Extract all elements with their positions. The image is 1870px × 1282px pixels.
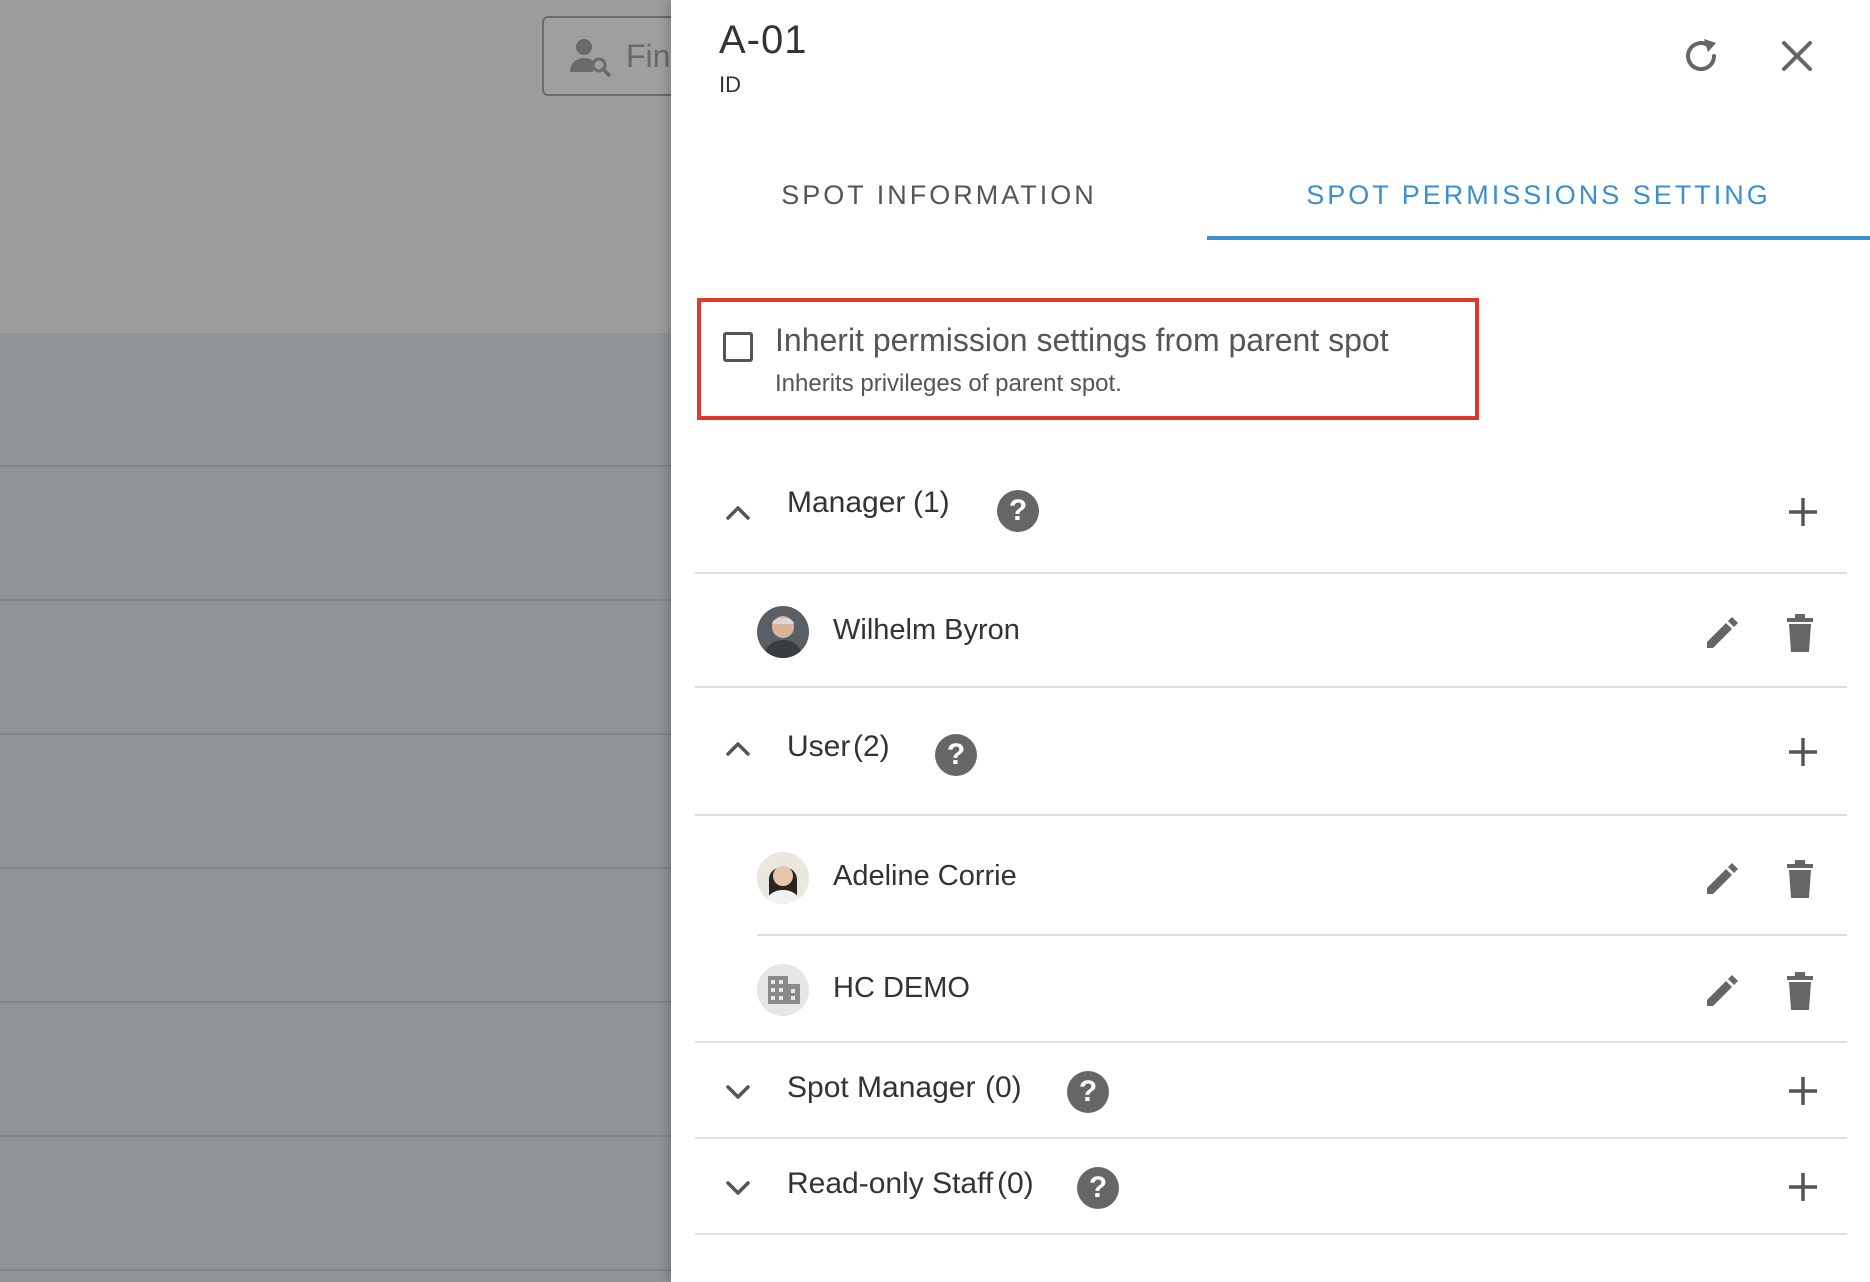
- group-header: Read-only Staff (0) ?: [695, 1139, 1847, 1233]
- close-icon: [1782, 41, 1812, 71]
- inherit-permission-title: Inherit permission settings from parent …: [775, 322, 1389, 358]
- pencil-icon: [1707, 617, 1738, 648]
- avatar: [757, 964, 809, 1016]
- group-header: Manager (1) ?: [695, 458, 1847, 572]
- avatar: [757, 606, 809, 658]
- trash-icon: [1787, 614, 1813, 652]
- building-icon: [757, 964, 809, 1016]
- group-count: (1): [913, 486, 950, 519]
- add-member-button[interactable]: [1783, 732, 1823, 772]
- trash-icon: [1787, 860, 1813, 898]
- group-manager-members: Wilhelm Byron: [695, 574, 1847, 688]
- help-icon[interactable]: ?: [1077, 1167, 1119, 1209]
- expand-toggle[interactable]: [721, 1075, 755, 1109]
- background-overlay[interactable]: Fin: [0, 0, 671, 1282]
- group-header: Spot Manager (0) ?: [695, 1043, 1847, 1137]
- group-count: (0): [985, 1071, 1022, 1104]
- background-row: [0, 1003, 671, 1137]
- close-button[interactable]: [1771, 30, 1823, 82]
- avatar: [757, 852, 809, 904]
- collapse-toggle[interactable]: [721, 496, 755, 530]
- group-user: User (2) ?: [695, 688, 1847, 816]
- tab-bar: SPOT INFORMATION SPOT PERMISSIONS SETTIN…: [671, 150, 1870, 240]
- member-row: HC DEMO: [757, 938, 1847, 1038]
- group-label: User: [787, 730, 851, 763]
- inherit-permission-checkbox[interactable]: [723, 332, 753, 362]
- plus-icon: [1789, 1077, 1817, 1105]
- group-user-members: Adeline Corrie HC DEMO: [695, 816, 1847, 1043]
- chevron-up-icon: [726, 742, 750, 756]
- delete-member-button[interactable]: [1779, 970, 1821, 1012]
- member-row: Wilhelm Byron: [757, 580, 1847, 680]
- chevron-down-icon: [726, 1085, 750, 1099]
- inherit-permission-description: Inherits privileges of parent spot.: [775, 370, 1122, 397]
- group-manager: Manager (1) ?: [695, 458, 1847, 574]
- background-row: [0, 1137, 671, 1271]
- chevron-up-icon: [726, 506, 750, 520]
- person-photo-icon: [757, 606, 809, 658]
- refresh-button[interactable]: [1675, 30, 1727, 82]
- tab-spot-information[interactable]: SPOT INFORMATION: [671, 150, 1207, 240]
- group-count: (2): [853, 730, 890, 763]
- background-row: [0, 333, 671, 467]
- plus-icon: [1789, 738, 1817, 766]
- spot-title: A-01: [719, 18, 808, 62]
- background-row: [0, 467, 671, 601]
- plus-icon: [1789, 1173, 1817, 1201]
- member-row: Adeline Corrie: [757, 826, 1847, 936]
- pencil-icon: [1707, 975, 1738, 1006]
- group-read-only-staff: Read-only Staff (0) ?: [695, 1139, 1847, 1235]
- edit-member-button[interactable]: [1701, 858, 1743, 900]
- group-label: Manager: [787, 486, 906, 519]
- refresh-icon: [1686, 39, 1717, 72]
- tab-spot-permissions-setting[interactable]: SPOT PERMISSIONS SETTING: [1207, 150, 1870, 240]
- add-member-button[interactable]: [1783, 492, 1823, 532]
- person-photo-icon: [757, 852, 809, 904]
- edit-member-button[interactable]: [1701, 970, 1743, 1012]
- help-icon[interactable]: ?: [935, 734, 977, 776]
- background-row: [0, 601, 671, 735]
- edit-member-button[interactable]: [1701, 612, 1743, 654]
- trash-icon: [1787, 972, 1813, 1010]
- help-icon[interactable]: ?: [1067, 1071, 1109, 1113]
- help-icon[interactable]: ?: [997, 490, 1039, 532]
- background-row: [0, 735, 671, 869]
- group-spot-manager: Spot Manager (0) ?: [695, 1043, 1847, 1139]
- chevron-down-icon: [726, 1181, 750, 1195]
- expand-toggle[interactable]: [721, 1171, 755, 1205]
- inherit-permission-option: Inherit permission settings from parent …: [697, 298, 1479, 420]
- spot-detail-panel: A-01 ID SPOT INFORMATION SPOT PERMISSION…: [671, 0, 1870, 1282]
- member-name: HC DEMO: [833, 972, 970, 1004]
- group-label: Read-only Staff: [787, 1167, 994, 1200]
- delete-member-button[interactable]: [1779, 858, 1821, 900]
- plus-icon: [1789, 498, 1817, 526]
- member-name: Wilhelm Byron: [833, 614, 1020, 646]
- group-label: Spot Manager: [787, 1071, 976, 1104]
- group-header: User (2) ?: [695, 688, 1847, 814]
- background-row: [0, 869, 671, 1003]
- spot-id-label: ID: [719, 72, 741, 97]
- member-name: Adeline Corrie: [833, 860, 1017, 892]
- pencil-icon: [1707, 863, 1738, 894]
- add-member-button[interactable]: [1783, 1071, 1823, 1111]
- user-finder-label: Fin: [626, 37, 671, 74]
- user-search-icon: [570, 39, 611, 77]
- group-count: (0): [997, 1167, 1034, 1200]
- delete-member-button[interactable]: [1779, 612, 1821, 654]
- add-member-button[interactable]: [1783, 1167, 1823, 1207]
- user-finder-button[interactable]: Fin: [542, 16, 671, 96]
- collapse-toggle[interactable]: [721, 732, 755, 766]
